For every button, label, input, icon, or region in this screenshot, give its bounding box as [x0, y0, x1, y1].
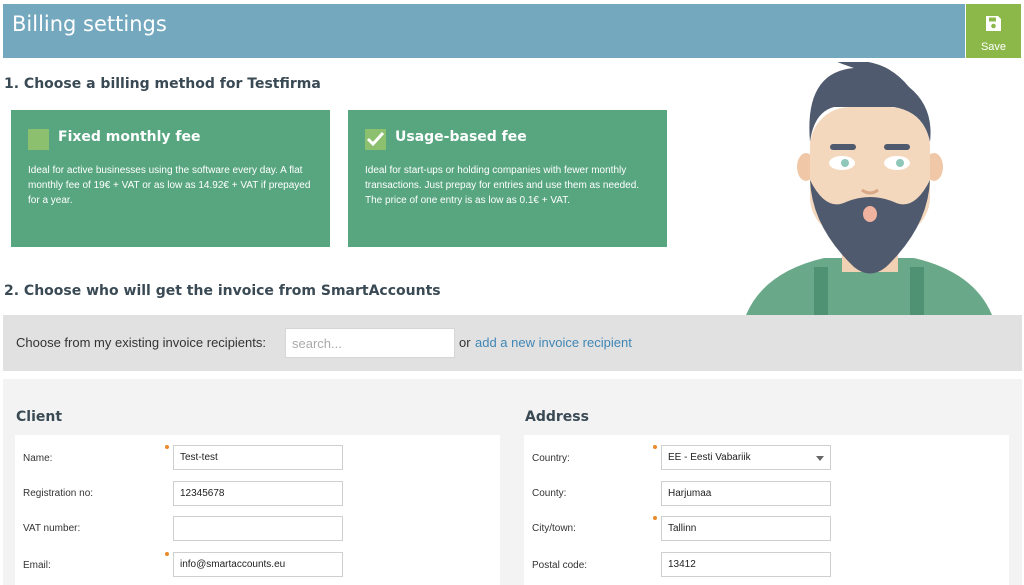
country-select[interactable]: EE - Eesti Vabariik [661, 445, 831, 470]
email-input[interactable] [173, 552, 343, 577]
recipient-label: Choose from my existing invoice recipien… [16, 335, 266, 350]
county-input[interactable] [661, 481, 831, 506]
registration-no-label: Registration no: [23, 488, 94, 499]
required-indicator [165, 552, 169, 556]
address-heading: Address [525, 409, 589, 425]
email-label: Email: [23, 560, 51, 571]
address-fields: Country: EE - Eesti Vabariik County: Cit… [524, 435, 1009, 585]
chevron-down-icon [816, 456, 824, 461]
county-label: County: [532, 488, 567, 499]
billing-option-fixed[interactable]: Fixed monthly fee Ideal for active busin… [11, 110, 330, 247]
vat-number-input[interactable] [173, 516, 343, 541]
page-header: Billing settings [3, 4, 965, 58]
required-indicator [653, 445, 657, 449]
page-title: Billing settings [12, 12, 167, 36]
checkbox-icon[interactable] [28, 129, 49, 150]
city-label: City/town: [532, 523, 576, 534]
save-button[interactable]: Save [966, 4, 1021, 58]
billing-option-title: Fixed monthly fee [58, 129, 201, 145]
country-label: Country: [532, 453, 570, 464]
invoice-recipient-heading: 2. Choose who will get the invoice from … [4, 283, 441, 299]
recipient-form: Client Name: Registration no: VAT number… [3, 379, 1022, 585]
required-indicator [165, 445, 169, 449]
required-indicator [653, 516, 657, 520]
billing-option-title: Usage-based fee [395, 129, 527, 145]
checkmark-icon[interactable] [365, 129, 386, 150]
save-label: Save [980, 41, 1007, 53]
recipient-search-input[interactable] [285, 328, 455, 358]
vat-number-label: VAT number: [23, 523, 81, 534]
name-input[interactable] [173, 445, 343, 470]
floppy-disk-icon [986, 16, 1001, 31]
country-select-value: EE - Eesti Vabariik [668, 452, 751, 463]
postal-code-input[interactable] [661, 552, 831, 577]
bearded-man-illustration [746, 62, 992, 315]
registration-no-input[interactable] [173, 481, 343, 506]
billing-option-description: Ideal for start-ups or holding companies… [365, 165, 640, 206]
billing-option-description: Ideal for active businesses using the so… [28, 165, 311, 206]
city-input[interactable] [661, 516, 831, 541]
or-text: or [459, 335, 471, 350]
name-label: Name: [23, 453, 53, 464]
billing-method-heading: 1. Choose a billing method for Testfirma [4, 76, 321, 92]
client-fields: Name: Registration no: VAT number: Email… [15, 435, 500, 585]
client-heading: Client [16, 409, 63, 425]
add-recipient-link[interactable]: add a new invoice recipient [475, 335, 632, 350]
postal-code-label: Postal code: [532, 560, 588, 571]
billing-option-usage[interactable]: Usage-based fee Ideal for start-ups or h… [348, 110, 667, 247]
recipient-selector-bar: Choose from my existing invoice recipien… [3, 315, 1022, 371]
